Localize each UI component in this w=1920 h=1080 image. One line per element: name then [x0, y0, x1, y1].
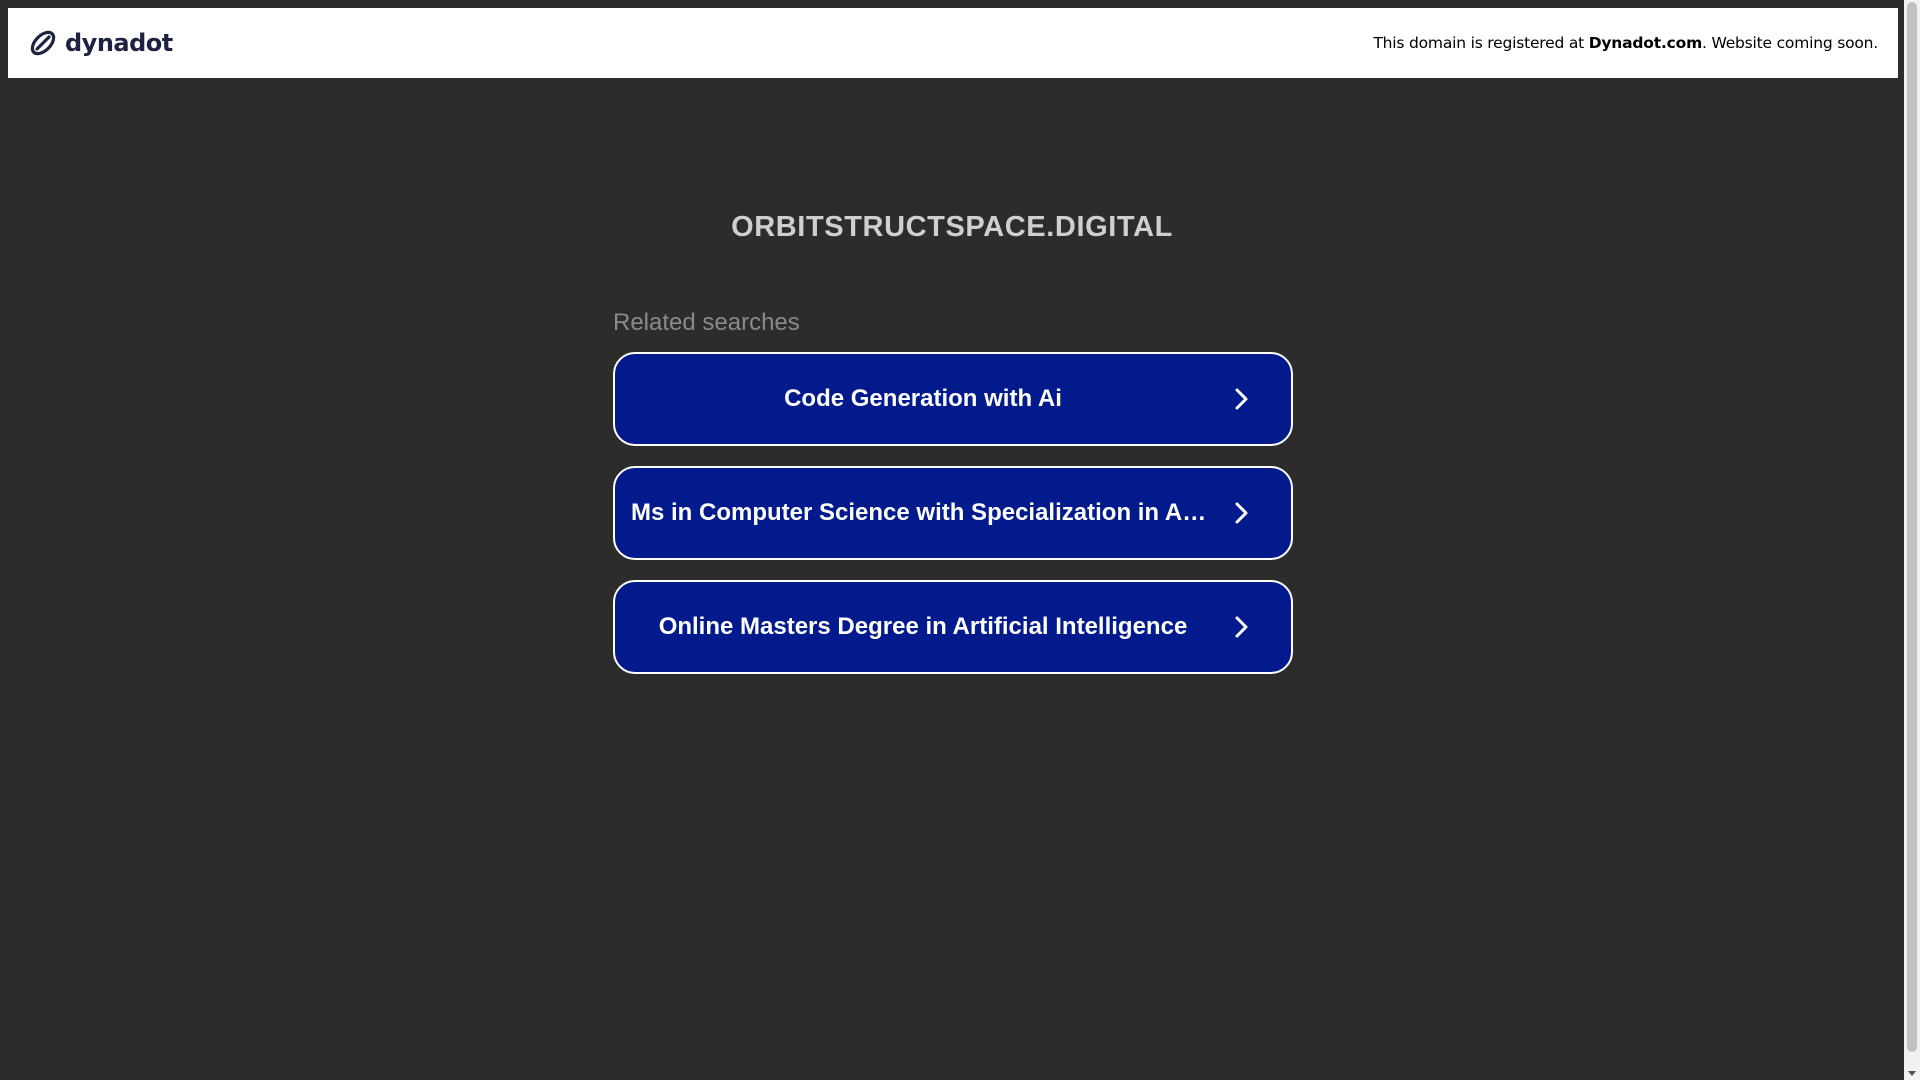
domain-title: ORBITSTRUCTSPACE.DIGITAL — [731, 211, 1173, 243]
related-search-label: Online Masters Degree in Artificial Inte… — [658, 613, 1188, 640]
related-search-button[interactable]: Code Generation with Ai — [613, 352, 1293, 446]
related-search-label: Ms in Computer Science with Specializati… — [631, 499, 1215, 526]
dynadot-logo-icon — [30, 30, 56, 56]
scrollbar-thumb[interactable] — [1907, 2, 1917, 1052]
related-searches-heading: Related searches — [613, 309, 800, 336]
related-search-label: Code Generation with Ai — [784, 385, 1062, 412]
related-searches-list: Code Generation with Ai Ms in Computer S… — [613, 352, 1293, 694]
chevron-right-icon — [1235, 616, 1248, 638]
related-search-button[interactable]: Online Masters Degree in Artificial Inte… — [613, 580, 1293, 674]
scroll-down-arrow-icon[interactable] — [1908, 1071, 1916, 1076]
brand-name: dynadot — [65, 29, 173, 57]
chevron-right-icon — [1235, 502, 1248, 524]
related-search-button[interactable]: Ms in Computer Science with Specializati… — [613, 466, 1293, 560]
page: dynadot This domain is registered at Dyn… — [0, 0, 1920, 1080]
chevron-right-icon — [1235, 388, 1248, 410]
vertical-scrollbar[interactable] — [1904, 0, 1920, 1080]
notice-prefix: This domain is registered at — [1373, 34, 1589, 52]
registration-notice: This domain is registered at Dynadot.com… — [1373, 34, 1878, 52]
dynadot-logo-link[interactable]: dynadot — [27, 27, 173, 59]
top-bar: dynadot This domain is registered at Dyn… — [8, 8, 1898, 78]
registrar-link[interactable]: Dynadot.com — [1589, 34, 1702, 52]
notice-suffix: . Website coming soon. — [1702, 34, 1878, 52]
